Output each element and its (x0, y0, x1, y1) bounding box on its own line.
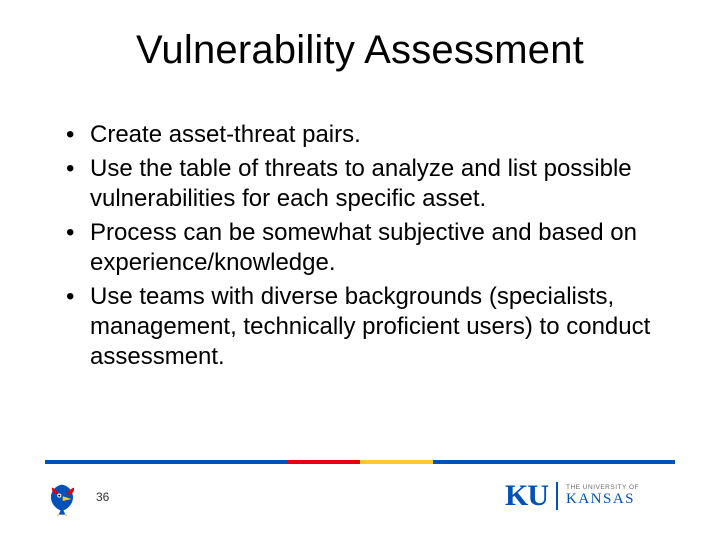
ku-line2: KANSAS (566, 492, 639, 507)
bullet-item: Create asset-threat pairs. (60, 120, 660, 150)
slide-footer: 36 KU THE UNIVERSITY OF KANSAS (0, 472, 720, 512)
slide-title: Vulnerability Assessment (0, 28, 720, 73)
bullet-item: Use the table of threats to analyze and … (60, 154, 660, 214)
slide-body: Create asset-threat pairs. Use the table… (60, 120, 660, 376)
rule-segment-blue (433, 460, 675, 464)
divider-rule (45, 460, 675, 464)
ku-logo-text: THE UNIVERSITY OF KANSAS (566, 485, 639, 507)
slide: Vulnerability Assessment Create asset-th… (0, 0, 720, 540)
page-number: 36 (96, 490, 109, 504)
rule-segment-red (287, 460, 360, 464)
rule-segment-blue (45, 460, 287, 464)
jayhawk-icon (45, 482, 79, 516)
bullet-item: Use teams with diverse backgrounds (spec… (60, 282, 660, 372)
rule-segment-yellow (360, 460, 433, 464)
ku-logo-divider (556, 482, 558, 510)
ku-logo: KU THE UNIVERSITY OF KANSAS (505, 478, 675, 514)
bullet-item: Process can be somewhat subjective and b… (60, 218, 660, 278)
ku-mark: KU (505, 481, 548, 511)
bullet-list: Create asset-threat pairs. Use the table… (60, 120, 660, 372)
